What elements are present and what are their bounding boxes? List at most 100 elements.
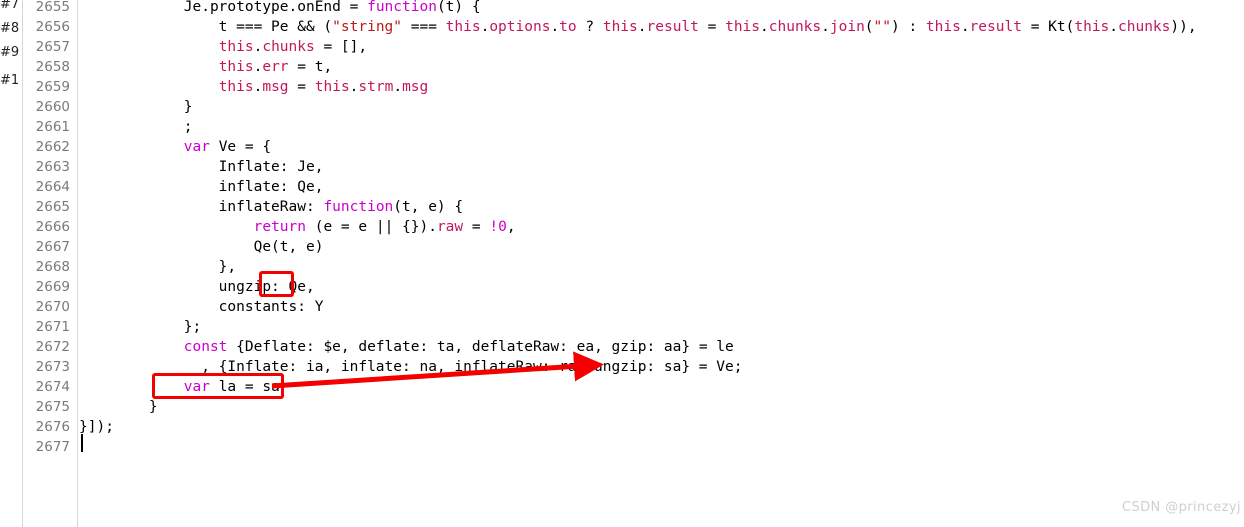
code-line[interactable]: }: [79, 97, 193, 117]
breakpoint-marker-strip: #7 #8 #9 #1: [0, 0, 22, 527]
code-token: ungzip: Qe,: [79, 279, 315, 295]
code-token: inflateRaw:: [79, 199, 324, 215]
code-line[interactable]: return (e = e || {}).raw = !0,: [79, 217, 516, 237]
code-token: .: [821, 19, 830, 35]
code-token: .: [550, 19, 560, 35]
code-token-member: raw: [436, 219, 464, 235]
code-line[interactable]: , {Inflate: ia, inflate: na, inflateRaw:…: [79, 357, 742, 377]
line-number: 2666: [35, 219, 70, 235]
code-line[interactable]: this.chunks = [],: [79, 37, 367, 57]
code-token-member: msg: [262, 79, 289, 95]
watermark: CSDN @princezyj: [1122, 500, 1241, 515]
code-token-member: this: [1074, 19, 1110, 35]
code-token: .: [760, 19, 769, 35]
line-number: 2657: [35, 39, 70, 55]
code-line[interactable]: Je.prototype.onEnd = function(t) {: [79, 0, 481, 17]
code-token-member: join: [829, 19, 865, 35]
code-token-string: "": [873, 19, 891, 35]
code-token: .: [960, 19, 970, 35]
code-line[interactable]: inflateRaw: function(t, e) {: [79, 197, 463, 217]
code-token-member: this: [218, 59, 254, 75]
code-token: (e = e || {}).: [306, 219, 437, 235]
code-token: ,: [506, 219, 516, 235]
code-token: {Deflate: $e, deflate: ta, deflateRaw: e…: [227, 339, 734, 355]
marker-item: #7: [0, 0, 20, 12]
code-token: =: [288, 79, 315, 95]
code-content[interactable]: Je.prototype.onEnd = function(t) { t ===…: [79, 0, 1244, 527]
line-number: 2674: [35, 379, 70, 395]
code-token-member: chunks: [768, 19, 822, 35]
code-token: Ve = {: [209, 139, 272, 155]
code-line[interactable]: t === Pe && ("string" === this.options.t…: [79, 17, 1197, 37]
line-number: 2668: [35, 259, 70, 275]
code-line[interactable]: };: [79, 317, 201, 337]
code-line[interactable]: Inflate: Je,: [79, 157, 324, 177]
line-number: 2660: [35, 99, 70, 115]
marker-item: #9: [0, 45, 20, 60]
code-token: =: [463, 219, 490, 235]
code-token-number: !0: [489, 219, 507, 235]
code-line[interactable]: }: [79, 397, 158, 417]
code-line[interactable]: ungzip: Qe,: [79, 277, 315, 297]
line-number: 2655: [35, 0, 70, 15]
line-number: 2663: [35, 159, 70, 175]
code-token: ;: [79, 119, 193, 135]
code-line[interactable]: this.msg = this.strm.msg: [79, 77, 429, 97]
code-line[interactable]: this.err = t,: [79, 57, 333, 77]
code-token-member: err: [262, 59, 289, 75]
code-line[interactable]: }]);: [79, 417, 114, 437]
code-line[interactable]: const {Deflate: $e, deflate: ta, deflate…: [79, 337, 734, 357]
code-line[interactable]: ;: [79, 117, 193, 137]
code-token: }: [79, 99, 193, 115]
code-token-keyword: var: [183, 379, 210, 395]
code-line[interactable]: Qe(t, e): [79, 237, 324, 257]
text-caret: [81, 434, 83, 452]
code-editor: #7 #8 #9 #1 2655 2656 2657 2658 2659 266…: [0, 0, 1244, 527]
line-number: 2661: [35, 119, 70, 135]
code-line[interactable]: var la = sa: [79, 377, 280, 397]
code-line[interactable]: },: [79, 257, 236, 277]
code-token: },: [79, 259, 237, 275]
code-line[interactable]: var Ve = {: [79, 137, 271, 157]
code-token-member: this: [602, 19, 638, 35]
code-line[interactable]: inflate: Qe,: [79, 177, 324, 197]
line-number: 2670: [35, 299, 70, 315]
line-number: 2662: [35, 139, 70, 155]
code-token: };: [79, 319, 202, 335]
line-number: 2673: [35, 359, 70, 375]
code-line[interactable]: constants: Y: [79, 297, 324, 317]
line-number: 2665: [35, 199, 70, 215]
code-token-string: "string": [332, 19, 403, 35]
code-token-keyword: function: [323, 199, 394, 215]
line-number: 2664: [35, 179, 70, 195]
code-token: }: [79, 399, 158, 415]
code-token-member: strm: [358, 79, 394, 95]
code-token-member: result: [969, 19, 1022, 35]
code-token-keyword: function: [367, 0, 437, 15]
line-number-gutter: 2655 2656 2657 2658 2659 2660 2661 2662 …: [22, 0, 78, 527]
code-token: Inflate: Je,: [79, 159, 324, 175]
code-token-keyword: const: [183, 339, 228, 355]
code-token-member: chunks: [1118, 19, 1171, 35]
code-token: = [],: [314, 39, 368, 55]
line-number: 2675: [35, 399, 70, 415]
code-token: .: [393, 79, 403, 95]
code-token-member: this: [218, 79, 254, 95]
line-number: 2658: [35, 59, 70, 75]
code-token: =: [698, 19, 726, 35]
code-token: = Kt(: [1021, 19, 1075, 35]
code-token: (: [864, 19, 874, 35]
code-token: .: [1109, 19, 1119, 35]
code-token-member: options: [489, 19, 551, 35]
code-token-member: to: [559, 19, 577, 35]
line-number: 2677: [35, 439, 70, 455]
code-token: = t,: [288, 59, 333, 75]
code-token: (t, e) {: [393, 199, 464, 215]
code-token-member: result: [646, 19, 699, 35]
code-token-keyword: return: [253, 219, 306, 235]
